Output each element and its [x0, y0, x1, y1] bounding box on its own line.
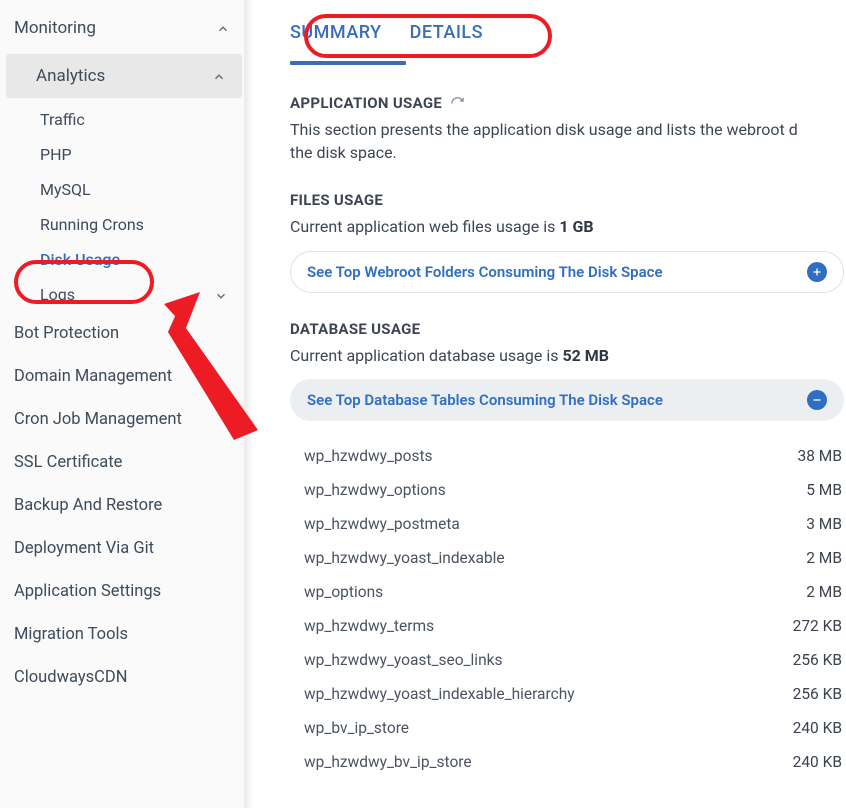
table-row: wp_hzwdwy_postmeta 3 MB: [304, 507, 842, 541]
table-row: wp_hzwdwy_yoast_seo_links 256 KB: [304, 643, 842, 677]
table-row: wp_hzwdwy_bv_ip_store 240 KB: [304, 745, 842, 779]
expand-label: See Top Database Tables Consuming The Di…: [307, 391, 663, 409]
tab-summary[interactable]: SUMMARY: [290, 16, 382, 55]
db-usage-lead: Current application database usage is: [290, 346, 562, 365]
sidebar-item-application-settings[interactable]: Application Settings: [0, 570, 248, 613]
table-size: 3 MB: [806, 515, 842, 533]
db-tables-list: wp_hzwdwy_posts 38 MB wp_hzwdwy_options 5 …: [290, 439, 846, 779]
table-size: 240 KB: [793, 719, 842, 737]
sidebar-sub-traffic[interactable]: Traffic: [0, 102, 248, 137]
table-name: wp_hzwdwy_yoast_indexable: [304, 549, 505, 567]
section-title: FILES USAGE: [290, 191, 383, 209]
expand-label: See Top Webroot Folders Consuming The Di…: [307, 263, 663, 281]
table-name: wp_hzwdwy_yoast_seo_links: [304, 651, 503, 669]
db-usage-value: 52 MB: [562, 346, 609, 365]
app-usage-desc-line2: the disk space.: [290, 143, 397, 162]
table-row: wp_bv_ip_store 240 KB: [304, 711, 842, 745]
table-name: wp_hzwdwy_posts: [304, 447, 433, 465]
table-name: wp_hzwdwy_postmeta: [304, 515, 460, 533]
app-usage-desc-line1: This section presents the application di…: [290, 120, 798, 139]
sidebar-label: Logs: [40, 285, 75, 304]
sidebar-item-bot-protection[interactable]: Bot Protection: [0, 312, 248, 355]
table-row: wp_options 2 MB: [304, 575, 842, 609]
table-size: 256 KB: [793, 685, 842, 703]
sidebar-item-ssl-certificate[interactable]: SSL Certificate: [0, 441, 248, 484]
table-row: wp_hzwdwy_yoast_indexable 2 MB: [304, 541, 842, 575]
chevron-down-icon: [214, 288, 228, 302]
sidebar-label: Analytics: [36, 66, 105, 86]
sidebar-sub-disk-usage[interactable]: Disk Usage: [0, 242, 248, 277]
tabs: SUMMARY DETAILS: [276, 16, 846, 55]
sidebar-label: Monitoring: [14, 18, 96, 38]
table-size: 5 MB: [806, 481, 842, 499]
sidebar-item-deployment-git[interactable]: Deployment Via Git: [0, 527, 248, 570]
sidebar-item-domain-management[interactable]: Domain Management: [0, 355, 248, 398]
sidebar-sub-php[interactable]: PHP: [0, 137, 248, 172]
table-name: wp_hzwdwy_yoast_indexable_hierarchy: [304, 685, 575, 703]
section-application-usage: APPLICATION USAGE This section presents …: [276, 93, 846, 164]
table-row: wp_hzwdwy_terms 272 KB: [304, 609, 842, 643]
sidebar-item-cron-job-management[interactable]: Cron Job Management: [0, 398, 248, 441]
section-files-usage: FILES USAGE Current application web file…: [276, 190, 846, 292]
table-size: 256 KB: [793, 651, 842, 669]
table-row: wp_hzwdwy_posts 38 MB: [304, 439, 842, 473]
sidebar: Monitoring Analytics Traffic PHP MySQL R…: [0, 0, 248, 808]
table-name: wp_hzwdwy_bv_ip_store: [304, 753, 472, 771]
section-database-usage: DATABASE USAGE Current application datab…: [276, 319, 846, 779]
files-usage-value: 1 GB: [559, 217, 593, 236]
plus-icon: [807, 262, 827, 282]
sidebar-item-analytics[interactable]: Analytics: [6, 54, 242, 98]
chevron-up-icon: [216, 21, 230, 35]
table-name: wp_hzwdwy_terms: [304, 617, 434, 635]
section-title: DATABASE USAGE: [290, 320, 420, 338]
table-size: 2 MB: [806, 583, 842, 601]
sidebar-sub-running-crons[interactable]: Running Crons: [0, 207, 248, 242]
table-row: wp_hzwdwy_yoast_indexable_hierarchy 256 K…: [304, 677, 842, 711]
sidebar-item-cloudways-cdn[interactable]: CloudwaysCDN: [0, 656, 248, 699]
table-size: 38 MB: [798, 447, 842, 465]
table-name: wp_bv_ip_store: [304, 719, 409, 737]
refresh-icon[interactable]: [450, 96, 465, 111]
sidebar-item-monitoring[interactable]: Monitoring: [0, 6, 248, 50]
files-usage-lead: Current application web files usage is: [290, 217, 559, 236]
table-size: 2 MB: [806, 549, 842, 567]
expand-database-tables[interactable]: See Top Database Tables Consuming The Di…: [290, 379, 844, 421]
sidebar-item-migration-tools[interactable]: Migration Tools: [0, 613, 248, 656]
minus-icon: [807, 390, 827, 410]
main-content: SUMMARY DETAILS APPLICATION USAGE This s…: [248, 0, 846, 808]
table-row: wp_hzwdwy_options 5 MB: [304, 473, 842, 507]
tab-active-underline: [290, 61, 406, 65]
expand-webroot-folders[interactable]: See Top Webroot Folders Consuming The Di…: [290, 251, 844, 293]
section-title: APPLICATION USAGE: [290, 94, 442, 112]
sidebar-sub-logs[interactable]: Logs: [0, 277, 248, 312]
tab-details[interactable]: DETAILS: [410, 16, 483, 55]
table-size: 272 KB: [793, 617, 842, 635]
table-name: wp_hzwdwy_options: [304, 481, 446, 499]
sidebar-item-backup-restore[interactable]: Backup And Restore: [0, 484, 248, 527]
chevron-up-icon: [212, 69, 226, 83]
sidebar-sub-mysql[interactable]: MySQL: [0, 172, 248, 207]
table-name: wp_options: [304, 583, 383, 601]
table-size: 240 KB: [793, 753, 842, 771]
